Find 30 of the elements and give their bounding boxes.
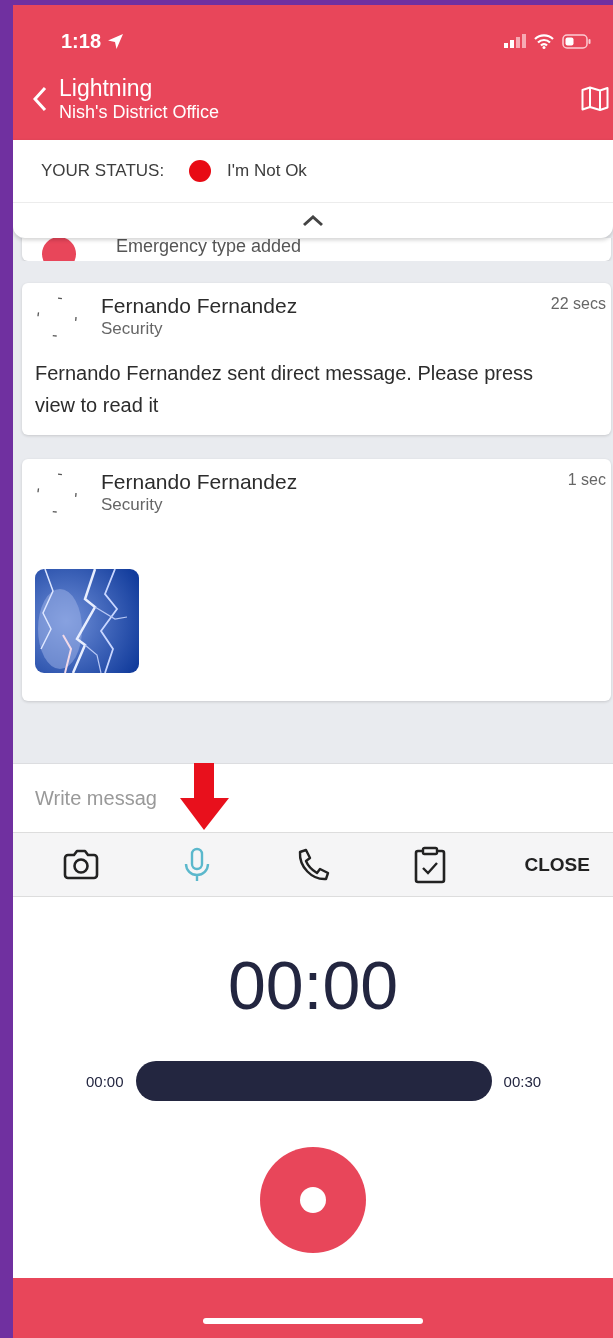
wifi-icon [534,33,554,49]
battery-icon [562,33,591,49]
sender-name: Fernando Fernandez [101,293,299,319]
message-time: 1 sec [567,471,607,489]
page-subtitle: Nish's District Office [59,101,221,123]
message-field[interactable]: Write messag [13,764,613,832]
record-timer: 00:00 [226,946,400,1025]
elapsed-time: 00:00 [86,1072,124,1090]
avatar-placeholder-icon [35,471,79,515]
down-arrow-icon [180,763,230,831]
back-icon[interactable] [33,86,47,112]
message-text: Fernando Fernandez sent direct message. Please press view to read it [35,361,535,418]
avatar-placeholder-icon [35,295,79,339]
sender-name: Fernando Fernandez [101,469,299,495]
clock-time: 1:18 [61,29,102,53]
sender-role: Security [101,495,164,515]
message-time: 22 secs [550,295,607,313]
camera-icon[interactable] [62,848,100,881]
status-value: I'm Not Ok [227,161,307,181]
chevron-icon[interactable] [302,214,324,227]
close-button[interactable]: CLOSE [520,849,594,880]
event-text: Emergency type added [116,238,302,257]
location-arrow-icon [107,32,125,50]
checklist-icon[interactable] [413,845,448,884]
status-label: YOUR STATUS: [41,161,165,181]
total-time: 00:30 [503,1072,542,1090]
map-icon[interactable] [581,86,609,112]
page-title: Lightning [59,75,154,101]
sender-role: Security [101,319,164,339]
signal-icon [504,34,526,48]
